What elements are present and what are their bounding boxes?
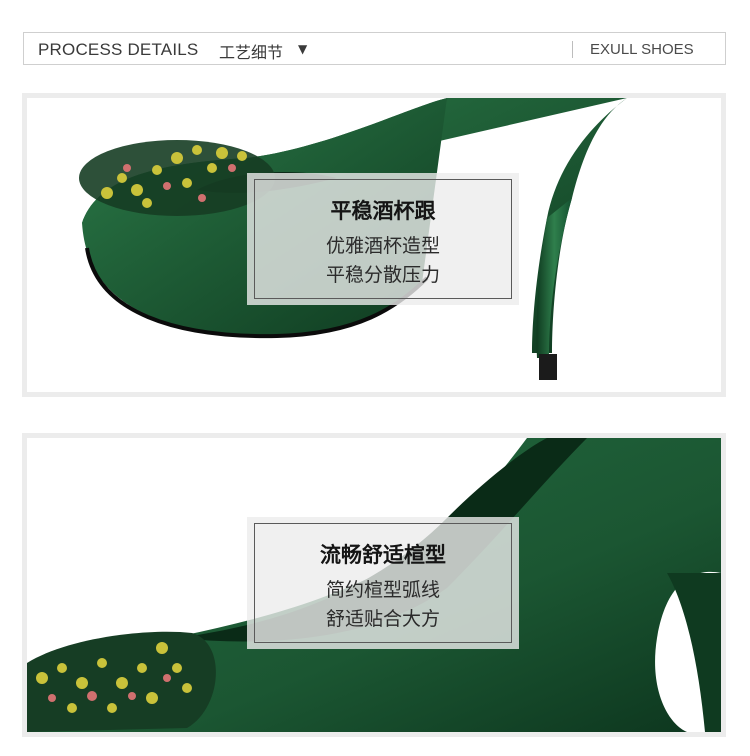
last-feature-title: 流畅舒适楦型	[320, 543, 446, 567]
jewel-buckle	[79, 140, 275, 216]
heel-shape	[536, 198, 572, 358]
brand-name: EXULL SHOES	[590, 41, 694, 58]
section-header: PROCESS DETAILS 工艺细节 ▼ EXULL SHOES	[23, 32, 726, 65]
down-triangle-icon: ▼	[298, 42, 308, 56]
heel-shape	[667, 573, 721, 732]
header-divider	[572, 41, 573, 58]
heel-feature-title: 平稳酒杯跟	[330, 199, 436, 223]
last-info-box: 流畅舒适楦型 简约楦型弧线 舒适贴合大方	[247, 517, 519, 649]
heel-tip	[539, 354, 557, 380]
section-title-en: PROCESS DETAILS	[38, 40, 199, 59]
section-title-cn: 工艺细节	[219, 43, 284, 62]
heel-info-box: 平稳酒杯跟 优雅酒杯造型 平稳分散压力	[247, 173, 519, 305]
last-feature-line-1: 简约楦型弧线	[325, 579, 440, 601]
heel-feature-line-2: 平稳分散压力	[325, 264, 440, 286]
last-feature-line-2: 舒适贴合大方	[325, 608, 440, 630]
heel-feature-line-1: 优雅酒杯造型	[325, 235, 440, 257]
last-detail-panel: 流畅舒适楦型 简约楦型弧线 舒适贴合大方	[22, 433, 726, 737]
jewel-buckle	[27, 631, 216, 732]
heel-detail-panel: 平稳酒杯跟 优雅酒杯造型 平稳分散压力	[22, 93, 726, 397]
